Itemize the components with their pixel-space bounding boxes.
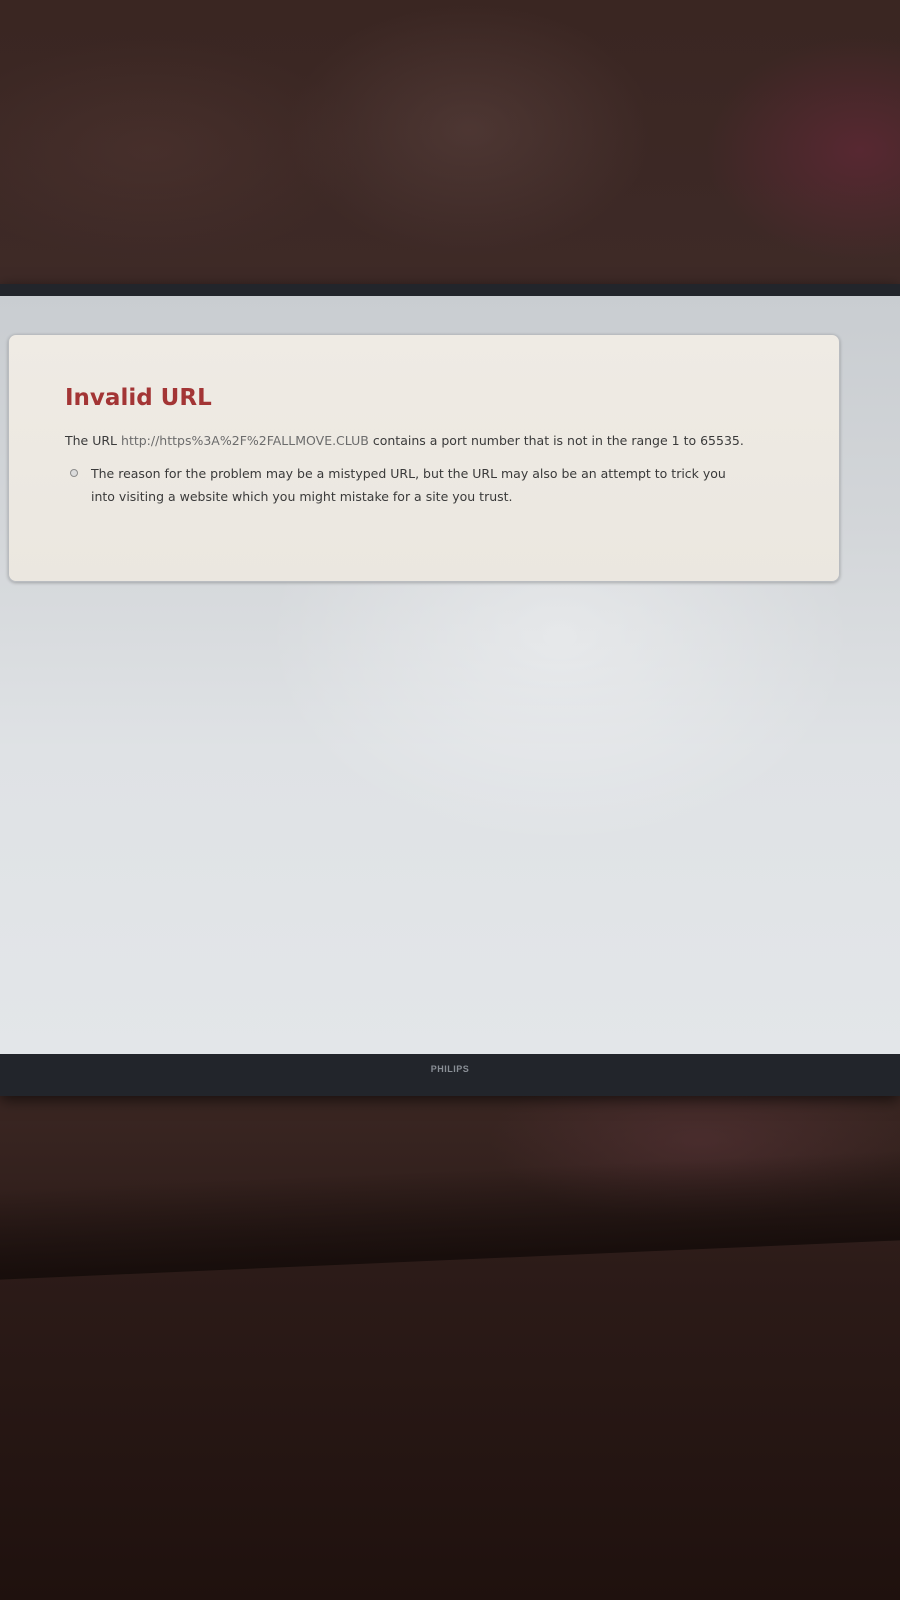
error-title: Invalid URL bbox=[65, 385, 212, 411]
browser-page: Invalid URL The URL http://https%3A%2F%2… bbox=[0, 296, 900, 1054]
reason-list: The reason for the problem may be a mist… bbox=[65, 462, 759, 508]
error-description: The URL http://https%3A%2F%2FALLMOVE.CLU… bbox=[65, 433, 759, 448]
monitor: Invalid URL The URL http://https%3A%2F%2… bbox=[0, 284, 900, 1096]
reason-text: The reason for the problem may be a mist… bbox=[91, 466, 726, 504]
error-desc-suffix: contains a port number that is not in th… bbox=[372, 433, 744, 448]
error-desc-prefix: The URL bbox=[65, 433, 118, 448]
error-card: Invalid URL The URL http://https%3A%2F%2… bbox=[8, 334, 840, 582]
circle-bullet-icon bbox=[70, 469, 78, 477]
reason-item: The reason for the problem may be a mist… bbox=[65, 462, 751, 508]
monitor-brand-logo: PHILIPS bbox=[430, 1064, 470, 1074]
error-url: http://https%3A%2F%2FALLMOVE.CLUB bbox=[121, 433, 369, 448]
